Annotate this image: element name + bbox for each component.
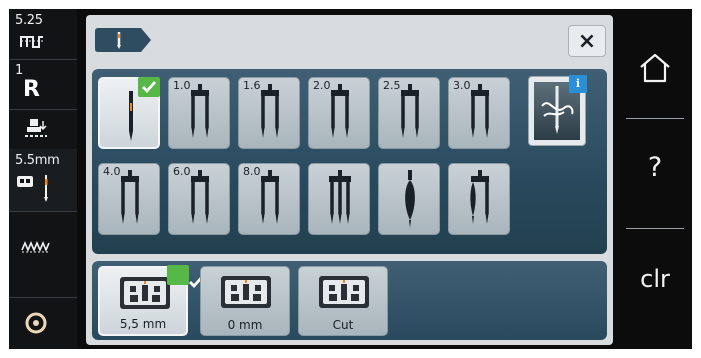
- needle-icon: [405, 170, 415, 228]
- clear-button[interactable]: clr: [618, 229, 692, 339]
- needle-plate-grid: 5,5 mm 0 mm Cut: [92, 261, 607, 340]
- help-icon: ?: [647, 152, 663, 183]
- needle-plate-button[interactable]: 5.5mm: [9, 149, 77, 212]
- needle-plate-option-icon: [120, 277, 170, 309]
- needle-tile[interactable]: 8.0: [238, 163, 300, 235]
- needle-tile[interactable]: [98, 77, 160, 149]
- needle-plate-option[interactable]: Cut: [298, 266, 388, 336]
- presser-foot-button[interactable]: 1 R: [9, 59, 77, 110]
- needle-tile[interactable]: [448, 163, 510, 235]
- selected-check-icon: [138, 77, 160, 97]
- close-button[interactable]: ×: [568, 25, 606, 57]
- needle-tile[interactable]: 2.0: [308, 77, 370, 149]
- home-icon: [640, 53, 670, 83]
- presser-foot-lift-icon: [25, 119, 47, 137]
- selected-check-icon: [167, 265, 204, 289]
- info-icon: i: [569, 75, 587, 93]
- sewing-machine-screen: 5.25 1 R 5.5mm × 1.0 1.6 2.0 2.5 3.0 4.0…: [9, 9, 692, 349]
- needle-grid: 1.0 1.6 2.0 2.5 3.0 4.0 6.0 8.0 i: [92, 69, 607, 254]
- thread-info-button[interactable]: i: [528, 75, 587, 146]
- clear-label: clr: [640, 265, 670, 293]
- needle-tile[interactable]: 1.6: [238, 77, 300, 149]
- help-button[interactable]: ?: [618, 119, 692, 229]
- bobbin-button[interactable]: [9, 297, 77, 349]
- needle-size-label: 8.0: [243, 165, 261, 178]
- needle-plate-label: 0 mm: [227, 318, 263, 332]
- home-button[interactable]: [618, 9, 692, 119]
- needle-plate-option[interactable]: 5,5 mm: [98, 265, 204, 336]
- presser-foot-number: 1: [15, 63, 23, 78]
- panel-header: ×: [86, 15, 613, 63]
- needle-selection-panel: × 1.0 1.6 2.0 2.5 3.0 4.0 6.0 8.0 i 5,5 …: [86, 15, 613, 345]
- right-sidebar: ? clr: [618, 9, 692, 349]
- needle-tile[interactable]: 4.0: [98, 163, 160, 235]
- needle-plate-option[interactable]: 0 mm: [200, 266, 290, 336]
- stitch-pattern-icon: [20, 36, 43, 48]
- close-icon: ×: [577, 29, 597, 54]
- stitch-width-value: 5.25: [15, 13, 43, 28]
- needle-size-label: 4.0: [103, 165, 121, 178]
- needle-plate-option-icon: [319, 276, 369, 308]
- stitch-settings-button[interactable]: [9, 211, 77, 298]
- zigzag-stitch-icon: [21, 241, 50, 253]
- needle-plate-option-icon: [221, 276, 271, 308]
- needle-tile[interactable]: [308, 163, 370, 235]
- needle-tile[interactable]: 1.0: [168, 77, 230, 149]
- left-sidebar: 5.25 1 R 5.5mm: [9, 9, 77, 349]
- needle-plate-icon: [17, 175, 48, 202]
- needle-icon: [329, 170, 351, 224]
- needle-plate-value: 5.5mm: [15, 153, 60, 168]
- needle-size-label: 2.0: [313, 79, 331, 92]
- needle-size-label: 6.0: [173, 165, 191, 178]
- presser-foot-icon: R: [23, 77, 40, 102]
- needle-tile[interactable]: 3.0: [448, 77, 510, 149]
- needle-size-label: 2.5: [383, 79, 401, 92]
- needle-size-label: 3.0: [453, 79, 471, 92]
- needle-plate-label: 5,5 mm: [119, 317, 167, 331]
- needle-tab[interactable]: [95, 28, 151, 52]
- presser-foot-pressure-button[interactable]: [9, 109, 77, 150]
- stitch-width-button[interactable]: 5.25: [9, 9, 77, 60]
- needle-size-label: 1.0: [173, 79, 191, 92]
- needle-size-label: 1.6: [243, 79, 261, 92]
- needle-tile[interactable]: 6.0: [168, 163, 230, 235]
- bobbin-icon: [25, 312, 47, 334]
- needle-tile[interactable]: 2.5: [378, 77, 440, 149]
- needle-tile[interactable]: [378, 163, 440, 235]
- needle-plate-label: Cut: [332, 318, 354, 332]
- needle-icon: [470, 170, 489, 224]
